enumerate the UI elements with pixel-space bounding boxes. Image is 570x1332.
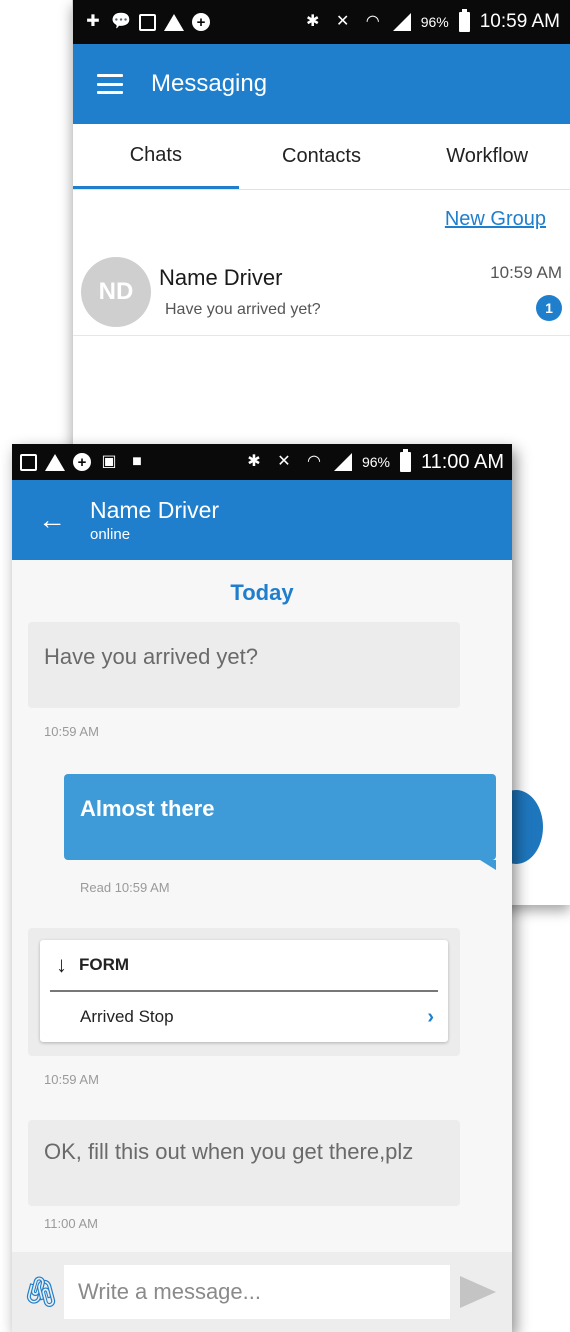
chat-item-name: Name Driver (159, 264, 283, 290)
form-card: ↓ FORM Arrived Stop › (40, 940, 448, 1042)
new-group-link[interactable]: New Group (445, 208, 546, 231)
chat-item-text: Name Driver Have you arrived yet? (159, 265, 490, 319)
form-message: ↓ FORM Arrived Stop › (28, 928, 460, 1056)
mute-icon: ✕ (335, 13, 350, 30)
battery-icon (458, 9, 470, 32)
app-title: Messaging (151, 70, 268, 97)
medical-plus-icon: + (73, 453, 91, 471)
form-header: ↓ FORM (40, 940, 448, 990)
mute-icon: ✕ (277, 453, 291, 470)
notification-plus-icon: ✚ (86, 13, 100, 30)
unread-badge: 1 (536, 294, 562, 321)
message-timestamp: 10:59 AM (44, 724, 99, 739)
status-time: 10:59 AM (479, 11, 560, 32)
tab-contacts[interactable]: Contacts (239, 124, 405, 189)
bluetooth-icon: ✱ (247, 453, 261, 470)
chat-header: ← Name Driver online (12, 480, 512, 560)
battery-percent: 96% (420, 14, 449, 30)
date-separator: Today (230, 580, 294, 605)
send-icon[interactable] (460, 1276, 496, 1308)
avatar: ND (81, 256, 151, 327)
message-input[interactable] (64, 1265, 450, 1319)
wifi-icon: ◠ (306, 453, 321, 470)
contact-info: Name Driver online (90, 497, 219, 543)
incoming-message: OK, fill this out when you get there,plz (28, 1120, 460, 1206)
message-timestamp: 11:00 AM (44, 1216, 98, 1231)
chat-conversation-screen: + ▣ ■ ✱ ✕ ◠ 96% 11:00 AM ← Name Driver o… (12, 444, 512, 1332)
form-item-label: Arrived Stop (80, 1007, 174, 1026)
outgoing-message: Almost there (64, 774, 496, 870)
gallery-icon (139, 13, 156, 31)
store-icon: ▣ (101, 453, 117, 470)
new-group-row: New Group (73, 190, 570, 248)
battery-percent: 96% (361, 454, 390, 470)
contact-status: online (90, 526, 131, 543)
signal-icon (392, 13, 411, 31)
gallery-icon (20, 453, 37, 471)
message-composer: 🖇 (12, 1252, 512, 1332)
chat-bubbles-icon: 💬 (111, 13, 131, 30)
bluetooth-icon: ✱ (305, 13, 320, 30)
signal-icon (333, 453, 352, 471)
status-bar: ✚ 💬 + ✱ ✕ ◠ 96% 10:59 AM (73, 0, 570, 44)
bag-icon: ■ (132, 453, 142, 470)
message-list: Today Have you arrived yet? 10:59 AM Alm… (12, 560, 512, 1252)
form-title: FORM (79, 955, 130, 974)
read-receipt: Read 10:59 AM (80, 880, 170, 895)
status-time: 11:00 AM (420, 450, 504, 473)
incoming-message: Have you arrived yet? (28, 622, 460, 708)
down-arrow-icon: ↓ (56, 952, 67, 977)
chat-item-time: 10:59 AM (490, 262, 562, 282)
attachment-icon[interactable]: 🖇 (22, 1275, 60, 1310)
status-bar: + ▣ ■ ✱ ✕ ◠ 96% 11:00 AM (12, 444, 512, 480)
tab-workflow[interactable]: Workflow (404, 124, 570, 189)
battery-icon (399, 449, 411, 472)
tab-chats[interactable]: Chats (73, 124, 239, 189)
medical-plus-icon: + (192, 13, 210, 31)
menu-icon[interactable] (97, 74, 123, 94)
chat-item-meta: 10:59 AM 1 (490, 263, 562, 321)
wifi-icon: ◠ (365, 13, 380, 30)
warning-icon (164, 13, 184, 31)
warning-icon (45, 453, 65, 471)
form-item-arrived-stop[interactable]: Arrived Stop › (40, 992, 448, 1042)
back-arrow-icon[interactable]: ← (38, 506, 66, 534)
chat-list-item[interactable]: ND Name Driver Have you arrived yet? 10:… (73, 248, 570, 336)
chevron-right-icon: › (427, 1005, 434, 1028)
tab-bar: Chats Contacts Workflow (73, 124, 570, 190)
contact-name: Name Driver (90, 497, 220, 523)
message-timestamp: 10:59 AM (44, 1072, 99, 1087)
app-bar: Messaging (73, 44, 570, 124)
chat-item-preview: Have you arrived yet? (165, 300, 321, 318)
